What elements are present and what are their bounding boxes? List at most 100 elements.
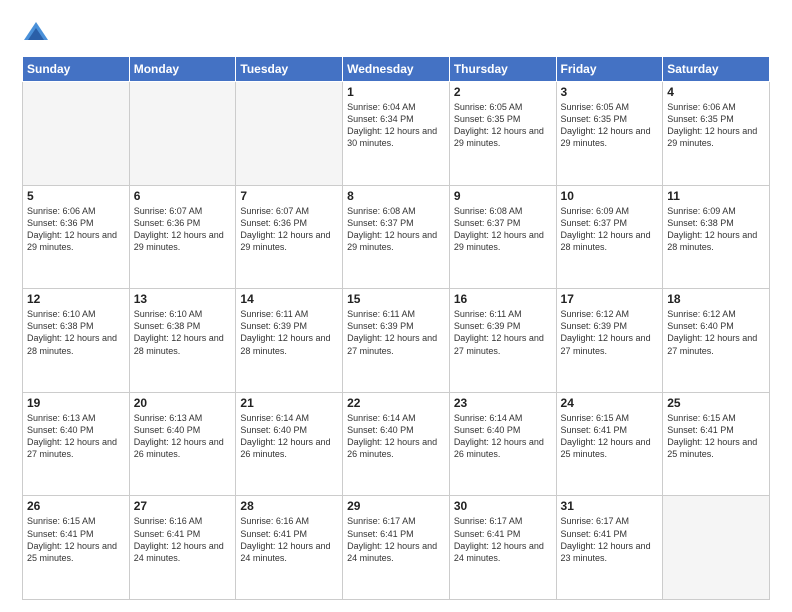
page: SundayMondayTuesdayWednesdayThursdayFrid… [0,0,792,612]
day-number: 1 [347,85,445,99]
day-number: 10 [561,189,659,203]
week-row-4: 26Sunrise: 6:15 AMSunset: 6:41 PMDayligh… [23,496,770,600]
logo [22,18,54,46]
day-info: Sunrise: 6:13 AMSunset: 6:40 PMDaylight:… [27,412,125,461]
day-number: 23 [454,396,552,410]
weekday-header-thursday: Thursday [449,57,556,82]
day-number: 2 [454,85,552,99]
day-info: Sunrise: 6:14 AMSunset: 6:40 PMDaylight:… [240,412,338,461]
day-number: 4 [667,85,765,99]
day-info: Sunrise: 6:16 AMSunset: 6:41 PMDaylight:… [240,515,338,564]
day-cell: 28 Sunrise: 6:16 AMSunset: 6:41 PMDayligh… [236,496,343,600]
day-cell: 27 Sunrise: 6:16 AMSunset: 6:41 PMDayligh… [129,496,236,600]
day-cell: 26Sunrise: 6:15 AMSunset: 6:41 PMDayligh… [23,496,130,600]
day-cell [129,82,236,186]
day-cell: 4 Sunrise: 6:06 AMSunset: 6:35 PMDaylight… [663,82,770,186]
day-number: 30 [454,499,552,513]
day-info: Sunrise: 6:11 AMSunset: 6:39 PMDaylight:… [454,308,552,357]
day-cell: 5 Sunrise: 6:06 AMSunset: 6:36 PMDaylight… [23,185,130,289]
day-number: 6 [134,189,232,203]
day-number: 8 [347,189,445,203]
day-info: Sunrise: 6:04 AMSunset: 6:34 PMDaylight:… [347,101,445,150]
day-cell: 23 Sunrise: 6:14 AMSunset: 6:40 PMDayligh… [449,392,556,496]
day-cell: 31Sunrise: 6:17 AMSunset: 6:41 PMDayligh… [556,496,663,600]
day-number: 27 [134,499,232,513]
weekday-header-tuesday: Tuesday [236,57,343,82]
weekday-header-wednesday: Wednesday [343,57,450,82]
day-cell: 29Sunrise: 6:17 AMSunset: 6:41 PMDayligh… [343,496,450,600]
day-cell: 25Sunrise: 6:15 AMSunset: 6:41 PMDayligh… [663,392,770,496]
day-info: Sunrise: 6:05 AMSunset: 6:35 PMDaylight:… [454,101,552,150]
day-info: Sunrise: 6:05 AMSunset: 6:35 PMDaylight:… [561,101,659,150]
day-cell: 24 Sunrise: 6:15 AMSunset: 6:41 PMDayligh… [556,392,663,496]
day-cell: 18Sunrise: 6:12 AMSunset: 6:40 PMDayligh… [663,289,770,393]
header [22,18,770,46]
day-info: Sunrise: 6:12 AMSunset: 6:39 PMDaylight:… [561,308,659,357]
day-number: 5 [27,189,125,203]
day-number: 21 [240,396,338,410]
week-row-2: 12 Sunrise: 6:10 AMSunset: 6:38 PMDayligh… [23,289,770,393]
day-number: 16 [454,292,552,306]
day-info: Sunrise: 6:08 AMSunset: 6:37 PMDaylight:… [347,205,445,254]
day-cell: 22 Sunrise: 6:14 AMSunset: 6:40 PMDayligh… [343,392,450,496]
day-cell: 10 Sunrise: 6:09 AMSunset: 6:37 PMDayligh… [556,185,663,289]
day-cell [23,82,130,186]
day-info: Sunrise: 6:15 AMSunset: 6:41 PMDaylight:… [27,515,125,564]
day-number: 15 [347,292,445,306]
day-number: 28 [240,499,338,513]
day-info: Sunrise: 6:14 AMSunset: 6:40 PMDaylight:… [347,412,445,461]
day-info: Sunrise: 6:10 AMSunset: 6:38 PMDaylight:… [27,308,125,357]
day-cell: 7Sunrise: 6:07 AMSunset: 6:36 PMDaylight… [236,185,343,289]
day-info: Sunrise: 6:06 AMSunset: 6:36 PMDaylight:… [27,205,125,254]
day-number: 31 [561,499,659,513]
day-info: Sunrise: 6:17 AMSunset: 6:41 PMDaylight:… [454,515,552,564]
day-cell: 12 Sunrise: 6:10 AMSunset: 6:38 PMDayligh… [23,289,130,393]
day-cell: 13Sunrise: 6:10 AMSunset: 6:38 PMDayligh… [129,289,236,393]
day-cell: 8 Sunrise: 6:08 AMSunset: 6:37 PMDaylight… [343,185,450,289]
day-info: Sunrise: 6:14 AMSunset: 6:40 PMDaylight:… [454,412,552,461]
day-info: Sunrise: 6:06 AMSunset: 6:35 PMDaylight:… [667,101,765,150]
day-info: Sunrise: 6:08 AMSunset: 6:37 PMDaylight:… [454,205,552,254]
calendar-header: SundayMondayTuesdayWednesdayThursdayFrid… [23,57,770,82]
day-number: 11 [667,189,765,203]
week-row-3: 19Sunrise: 6:13 AMSunset: 6:40 PMDayligh… [23,392,770,496]
day-number: 3 [561,85,659,99]
day-cell [663,496,770,600]
day-info: Sunrise: 6:16 AMSunset: 6:41 PMDaylight:… [134,515,232,564]
day-cell: 30 Sunrise: 6:17 AMSunset: 6:41 PMDayligh… [449,496,556,600]
day-info: Sunrise: 6:13 AMSunset: 6:40 PMDaylight:… [134,412,232,461]
day-number: 24 [561,396,659,410]
day-cell: 6 Sunrise: 6:07 AMSunset: 6:36 PMDaylight… [129,185,236,289]
day-number: 12 [27,292,125,306]
weekday-header-friday: Friday [556,57,663,82]
day-cell: 21 Sunrise: 6:14 AMSunset: 6:40 PMDayligh… [236,392,343,496]
calendar: SundayMondayTuesdayWednesdayThursdayFrid… [22,56,770,600]
day-cell: 15 Sunrise: 6:11 AMSunset: 6:39 PMDayligh… [343,289,450,393]
day-number: 29 [347,499,445,513]
day-cell: 17 Sunrise: 6:12 AMSunset: 6:39 PMDayligh… [556,289,663,393]
day-cell: 3 Sunrise: 6:05 AMSunset: 6:35 PMDaylight… [556,82,663,186]
day-info: Sunrise: 6:15 AMSunset: 6:41 PMDaylight:… [561,412,659,461]
day-cell: 1 Sunrise: 6:04 AMSunset: 6:34 PMDaylight… [343,82,450,186]
day-info: Sunrise: 6:07 AMSunset: 6:36 PMDaylight:… [240,205,338,254]
day-info: Sunrise: 6:09 AMSunset: 6:38 PMDaylight:… [667,205,765,254]
day-cell: 11 Sunrise: 6:09 AMSunset: 6:38 PMDayligh… [663,185,770,289]
day-info: Sunrise: 6:07 AMSunset: 6:36 PMDaylight:… [134,205,232,254]
weekday-header-sunday: Sunday [23,57,130,82]
day-info: Sunrise: 6:11 AMSunset: 6:39 PMDaylight:… [240,308,338,357]
weekday-header-saturday: Saturday [663,57,770,82]
weekday-row: SundayMondayTuesdayWednesdayThursdayFrid… [23,57,770,82]
day-cell: 9 Sunrise: 6:08 AMSunset: 6:37 PMDaylight… [449,185,556,289]
day-info: Sunrise: 6:10 AMSunset: 6:38 PMDaylight:… [134,308,232,357]
day-number: 17 [561,292,659,306]
weekday-header-monday: Monday [129,57,236,82]
day-number: 22 [347,396,445,410]
day-number: 9 [454,189,552,203]
day-info: Sunrise: 6:09 AMSunset: 6:37 PMDaylight:… [561,205,659,254]
day-cell: 16 Sunrise: 6:11 AMSunset: 6:39 PMDayligh… [449,289,556,393]
day-info: Sunrise: 6:11 AMSunset: 6:39 PMDaylight:… [347,308,445,357]
day-number: 20 [134,396,232,410]
day-info: Sunrise: 6:15 AMSunset: 6:41 PMDaylight:… [667,412,765,461]
calendar-body: 1 Sunrise: 6:04 AMSunset: 6:34 PMDaylight… [23,82,770,600]
day-cell [236,82,343,186]
